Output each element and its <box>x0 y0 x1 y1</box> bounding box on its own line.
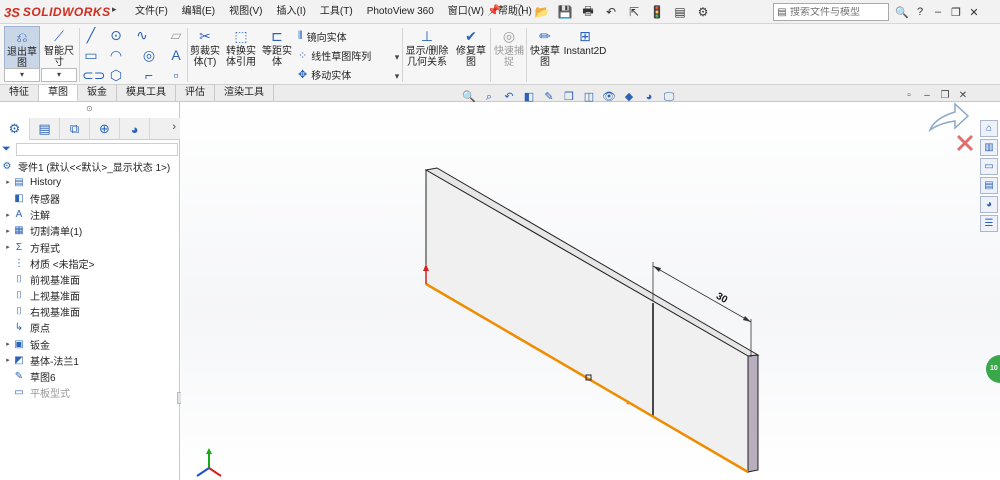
confirmation-corner[interactable] <box>928 102 974 152</box>
dimension-arrow-icon <box>653 266 661 272</box>
reference-triad <box>196 448 222 477</box>
sketch-point[interactable] <box>626 401 630 405</box>
dimension-arrow-icon <box>743 316 751 322</box>
triad-z-axis <box>196 467 210 477</box>
triad-x-axis <box>208 467 222 477</box>
part-side-face[interactable] <box>747 354 759 473</box>
dimension-value[interactable]: 30 <box>714 291 730 306</box>
exit-sketch-corner-icon[interactable] <box>928 102 970 133</box>
triad-y-arrow-icon <box>206 448 212 454</box>
cancel-sketch-icon[interactable] <box>956 134 974 152</box>
model-view: 30 <box>196 102 974 477</box>
